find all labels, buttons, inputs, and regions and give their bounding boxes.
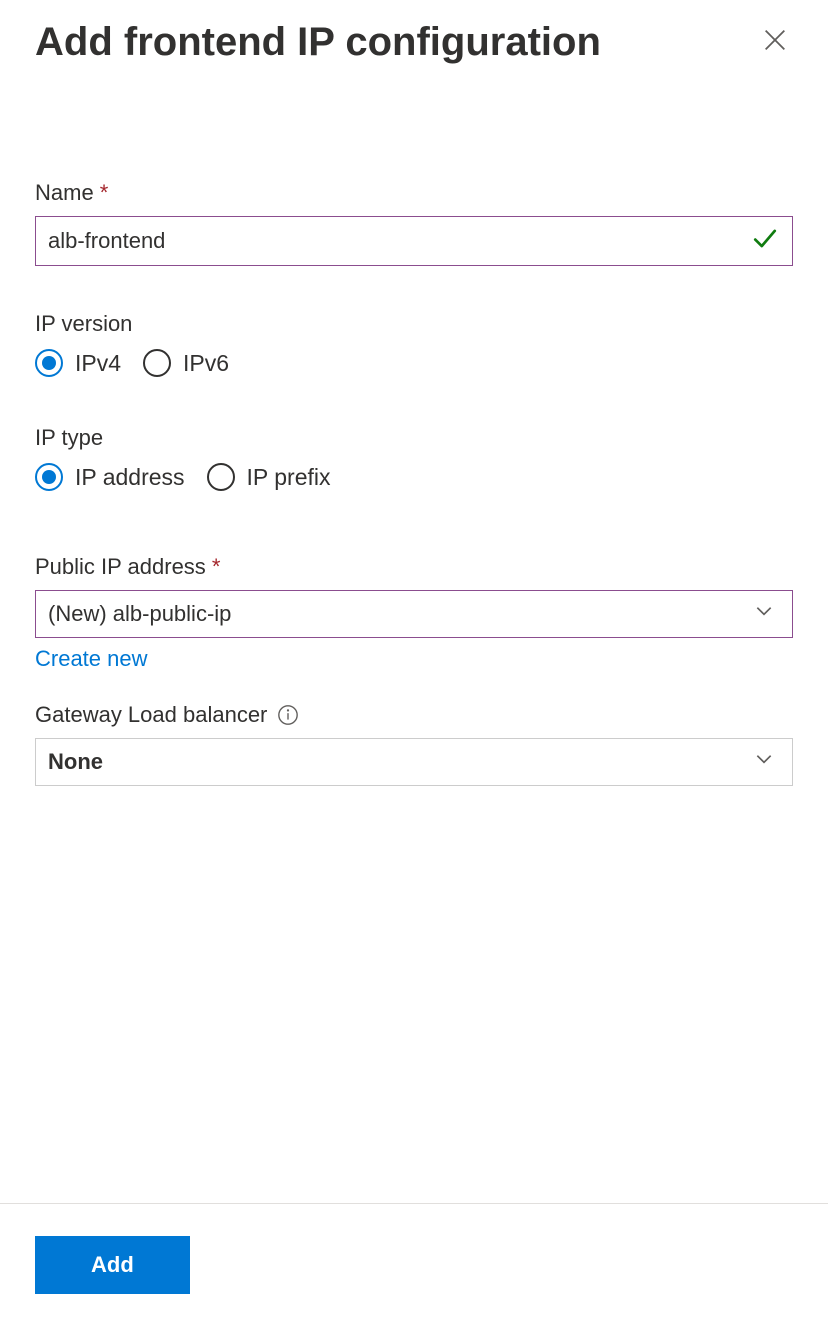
ip-type-radio-group: IP address IP prefix xyxy=(35,463,793,491)
required-indicator: * xyxy=(212,554,221,580)
gateway-lb-value: None xyxy=(48,749,103,775)
radio-icon xyxy=(207,463,235,491)
required-indicator: * xyxy=(100,180,109,206)
radio-icon xyxy=(143,349,171,377)
create-new-link[interactable]: Create new xyxy=(35,646,148,672)
ip-version-label: IP version xyxy=(35,311,793,337)
close-icon xyxy=(761,26,789,59)
name-input[interactable] xyxy=(35,216,793,266)
ip-type-prefix[interactable]: IP prefix xyxy=(207,463,331,491)
ip-type-address[interactable]: IP address xyxy=(35,463,185,491)
radio-icon xyxy=(35,463,63,491)
info-icon[interactable] xyxy=(277,704,299,726)
name-label-text: Name xyxy=(35,180,94,206)
public-ip-label: Public IP address * xyxy=(35,554,793,580)
chevron-down-icon xyxy=(754,601,774,627)
public-ip-value: (New) alb-public-ip xyxy=(48,601,231,627)
ip-version-ipv4[interactable]: IPv4 xyxy=(35,349,121,377)
radio-label: IP address xyxy=(75,464,185,491)
radio-label: IPv6 xyxy=(183,350,229,377)
name-label: Name * xyxy=(35,180,793,206)
gateway-lb-dropdown[interactable]: None xyxy=(35,738,793,786)
ip-type-label: IP type xyxy=(35,425,793,451)
radio-label: IPv4 xyxy=(75,350,121,377)
gateway-lb-label-text: Gateway Load balancer xyxy=(35,702,267,728)
close-button[interactable] xyxy=(757,22,793,63)
radio-label: IP prefix xyxy=(247,464,331,491)
add-button[interactable]: Add xyxy=(35,1236,190,1294)
public-ip-dropdown[interactable]: (New) alb-public-ip xyxy=(35,590,793,638)
gateway-lb-label: Gateway Load balancer xyxy=(35,702,793,728)
chevron-down-icon xyxy=(754,749,774,775)
radio-icon xyxy=(35,349,63,377)
page-title: Add frontend IP configuration xyxy=(35,20,601,65)
ip-version-radio-group: IPv4 IPv6 xyxy=(35,349,793,377)
public-ip-label-text: Public IP address xyxy=(35,554,206,580)
ip-version-ipv6[interactable]: IPv6 xyxy=(143,349,229,377)
